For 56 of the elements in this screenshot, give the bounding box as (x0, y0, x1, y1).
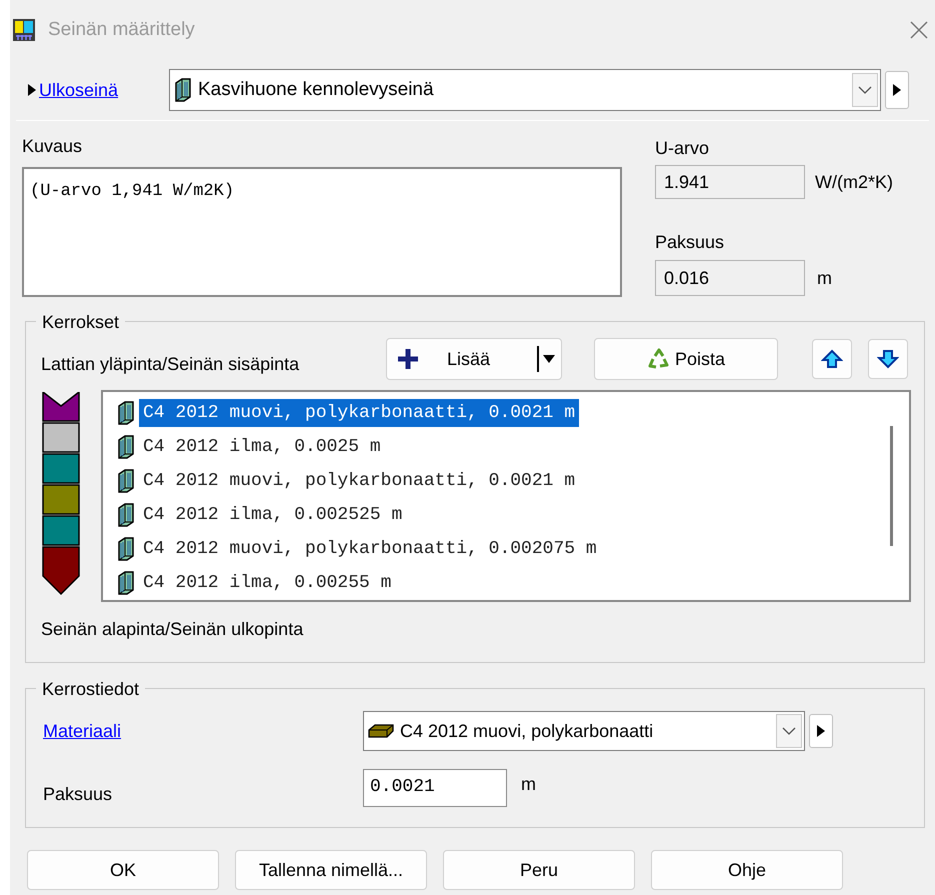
close-icon (909, 20, 929, 40)
play-arrow-icon (817, 725, 825, 737)
thickness-label: Paksuus (655, 231, 726, 254)
move-up-button[interactable] (812, 339, 852, 379)
wall-type-dropdown[interactable]: Kasvihuone kennolevyseinä (169, 69, 881, 111)
list-item[interactable]: C4 2012 ilma, 0.00255 m (139, 569, 396, 597)
list-item[interactable]: C4 2012 ilma, 0.0025 m (139, 433, 385, 461)
unit-label: W/(m2*K) (815, 170, 893, 194)
material-dropdown[interactable]: C4 2012 muovi, polykarbonaatti (363, 711, 805, 751)
list-item[interactable]: C4 2012 muovi, polykarbonaatti, 0.0021 m (139, 467, 580, 495)
list-item[interactable]: C4 2012 muovi, polykarbonaatti, 0.0021 m (139, 399, 580, 427)
layers-list[interactable]: C4 2012 muovi, polykarbonaatti, 0.0021 m C4 2012 ilma, 0.0025 m C4 2012 muovi, polykarbonaatti, 0.0021 m C4 2012 ilma, 0.002525 m C4 2012 muovi, polykarbonaatti, 0.002075 m C4 2012 ilma, 0.00255 m (101, 390, 911, 602)
wall-type-link[interactable]: Ulkoseinä (39, 76, 169, 104)
thickness-field[interactable]: 0.0021 (363, 768, 507, 806)
description-field[interactable]: (U-arvo 1,941 W/m2K) (22, 167, 622, 297)
u-value-field: 1.941 (655, 165, 805, 199)
wall-icon (117, 571, 135, 595)
material-link[interactable]: Materiaali (43, 718, 363, 744)
top-surface-label: Lattian yläpinta/Seinän sisäpinta (41, 352, 300, 376)
scrollbar-thumb[interactable] (890, 426, 893, 546)
thickness-label: Paksuus (43, 783, 114, 806)
add-button[interactable]: Lisää (386, 338, 562, 380)
wall-icon (117, 503, 135, 527)
window-title: Seinän määrittely (48, 18, 196, 42)
description-label: Kuvaus (22, 135, 84, 158)
wall-icon (174, 78, 192, 102)
unit-label: m (521, 773, 536, 796)
wall-icon (117, 537, 135, 561)
down-arrow-icon (877, 349, 899, 369)
dialog-button[interactable]: Tallenna nimellä... (235, 850, 427, 890)
dropdown-value: Kasvihuone kennolevyseinä (198, 78, 435, 102)
thickness-field: 0.016 (655, 260, 805, 296)
list-item[interactable]: C4 2012 ilma, 0.002525 m (139, 501, 406, 529)
dropdown-arrow-icon (543, 355, 555, 363)
list-item[interactable]: C4 2012 muovi, polykarbonaatti, 0.002075 m (139, 535, 601, 563)
dropdown-value: C4 2012 muovi, polykarbonaatti (400, 720, 654, 743)
bottom-surface-label: Seinän alapinta/Seinän ulkopinta (41, 618, 304, 641)
plus-icon (395, 346, 421, 372)
wall-icon (117, 435, 135, 459)
unit-label: m (817, 266, 832, 290)
recycle-icon (646, 347, 671, 371)
expand-arrow-icon (28, 84, 36, 96)
next-button[interactable] (885, 71, 909, 109)
remove-button[interactable]: Poista (594, 338, 778, 380)
move-down-button[interactable] (868, 339, 908, 379)
material-icon (368, 724, 394, 738)
app-icon (12, 18, 36, 42)
wall-icon (117, 469, 135, 493)
dialog-button[interactable]: OK (27, 850, 219, 890)
wall-icon (117, 401, 135, 425)
up-arrow-icon (821, 349, 843, 369)
u-value-label: U-arvo (655, 137, 710, 160)
next-button[interactable] (809, 714, 833, 748)
dialog-button[interactable]: Peru (443, 850, 635, 890)
play-arrow-icon (893, 84, 901, 96)
dialog-button[interactable]: Ohje (651, 850, 843, 890)
